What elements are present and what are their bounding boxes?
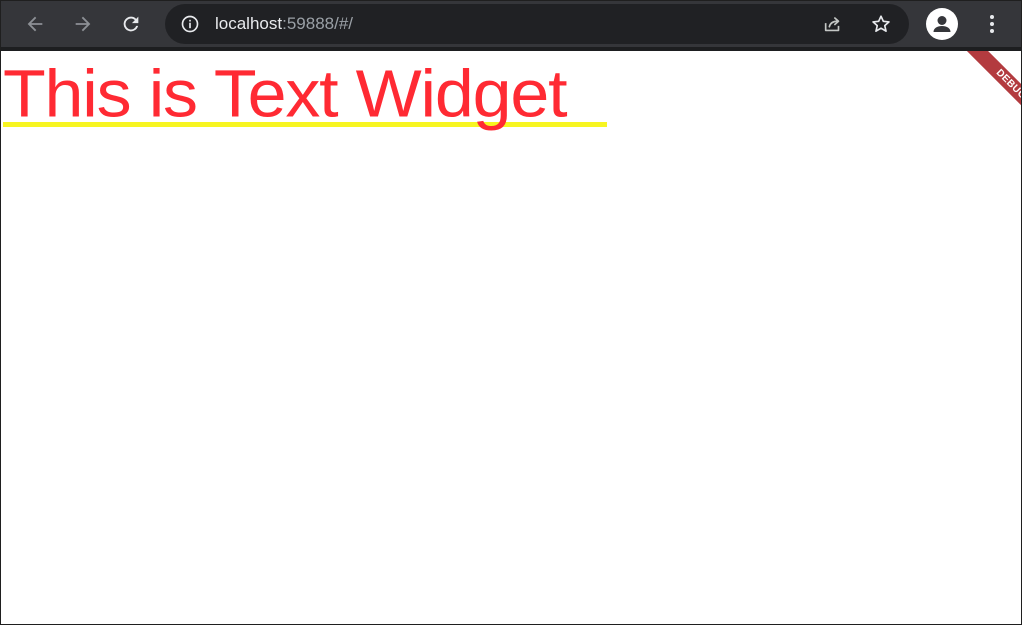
forward-button[interactable] <box>66 7 100 41</box>
arrow-right-icon <box>75 16 91 32</box>
url-host: localhost <box>215 14 283 33</box>
site-info-button[interactable] <box>179 13 201 35</box>
share-button[interactable] <box>819 10 847 38</box>
debug-banner: DEBUG <box>949 51 1021 147</box>
browser-menu-button[interactable] <box>975 7 1009 41</box>
bookmark-button[interactable] <box>867 10 895 38</box>
vertical-dots-icon <box>990 15 994 33</box>
url-text[interactable]: localhost:59888/#/ <box>215 4 353 44</box>
back-button[interactable] <box>18 7 52 41</box>
info-circle-icon <box>181 15 199 33</box>
browser-toolbar: localhost:59888/#/ <box>1 1 1021 47</box>
page-viewport: This is Text Widget DEBUG <box>1 51 1021 624</box>
browser-window: localhost:59888/#/ This is Text Widget D… <box>0 0 1022 625</box>
headline-text: This is Text Widget <box>3 55 568 131</box>
reload-button[interactable] <box>114 7 148 41</box>
url-path: :59888/#/ <box>282 14 354 33</box>
profile-button[interactable] <box>926 8 958 40</box>
arrow-left-icon <box>27 16 43 32</box>
reload-icon <box>123 16 139 32</box>
share-icon <box>824 17 840 32</box>
address-bar[interactable]: localhost:59888/#/ <box>165 4 909 44</box>
star-icon <box>872 15 890 32</box>
person-icon <box>933 16 951 32</box>
